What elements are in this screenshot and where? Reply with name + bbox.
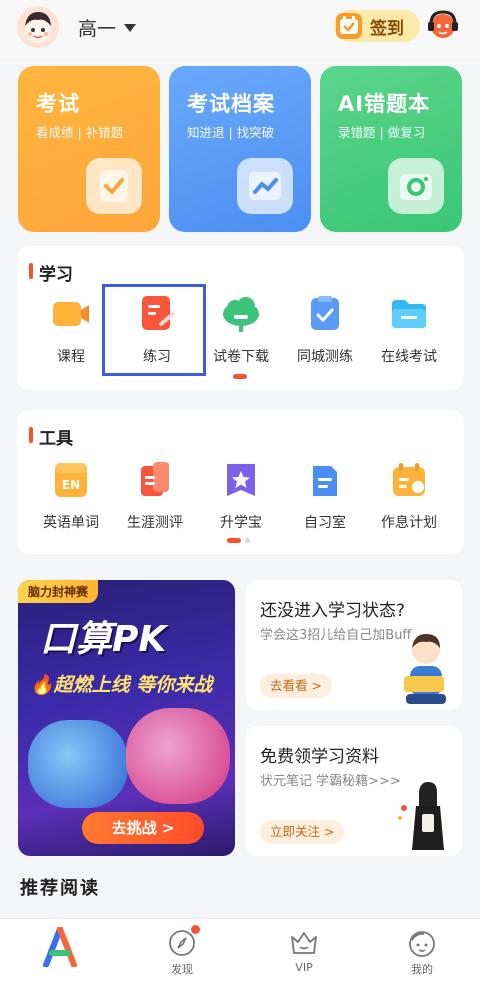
promo-subtitle: 学会这3招儿给自己加Buff xyxy=(260,628,412,643)
tab-label: 发现 xyxy=(171,963,193,976)
recommend-reading-title: 推荐阅读 xyxy=(20,878,100,899)
tool-item-label: 自习室 xyxy=(304,515,346,531)
card-subtitle: 知进退 | 找突破 xyxy=(187,125,275,140)
ai-mistake-book-card[interactable]: AI错题本 录错题 | 做复习 xyxy=(320,66,462,232)
study-item-paper-download[interactable]: 试卷下载 xyxy=(199,294,283,366)
promo-follow-button[interactable]: 立即关注 > xyxy=(260,820,345,844)
banner-tag: 脑力封神赛 xyxy=(18,580,99,603)
tool-item-schedule[interactable]: 作息计划 xyxy=(367,460,451,532)
page-indicator xyxy=(227,538,250,543)
tab-home[interactable] xyxy=(20,926,100,968)
clipboard-check-icon xyxy=(86,158,142,214)
promo-view-button[interactable]: 去看看 > xyxy=(260,674,332,698)
card-title: AI错题本 xyxy=(338,92,431,116)
section-title: 学习 xyxy=(29,260,73,285)
page-dot-active xyxy=(233,374,247,379)
banner-headline: 口算PK xyxy=(40,619,167,660)
tab-label: VIP xyxy=(295,961,313,974)
page-dot-active xyxy=(227,538,241,543)
study-item-label: 试卷下载 xyxy=(213,349,269,365)
desk-icon xyxy=(305,460,345,500)
crown-icon xyxy=(288,927,320,959)
card-subtitle: 录错题 | 做复习 xyxy=(338,125,426,140)
card-subtitle: 看成绩 | 补错题 xyxy=(36,125,124,140)
cloud-download-icon xyxy=(221,294,261,334)
exam-archive-card[interactable]: 考试档案 知进退 | 找突破 xyxy=(169,66,311,232)
en-book-icon: EN xyxy=(51,460,91,500)
study-item-label: 课程 xyxy=(57,349,85,365)
grade-selector[interactable]: 高一 xyxy=(78,14,137,41)
study-item-city-test[interactable]: 同城测练 xyxy=(283,294,367,366)
bottom-tab-bar: 发现 VIP 我的 xyxy=(0,918,480,986)
avatar[interactable] xyxy=(17,6,59,48)
card-title: 考试 xyxy=(36,92,80,116)
clipboard-check-icon xyxy=(305,294,345,334)
challenge-button[interactable]: 去挑战 > xyxy=(82,812,204,844)
grade-label: 高一 xyxy=(78,18,117,40)
tool-item-label: 生涯测评 xyxy=(127,515,183,531)
tool-item-label: 升学宝 xyxy=(220,515,262,531)
card-title: 考试档案 xyxy=(187,92,275,116)
section-title: 工具 xyxy=(29,424,73,449)
user-avatar-icon xyxy=(25,12,51,43)
calendar-icon xyxy=(389,460,429,500)
tab-discover[interactable]: 发现 xyxy=(142,925,222,977)
camera-icon xyxy=(388,158,444,214)
notification-dot xyxy=(191,925,200,934)
tool-item-career-assessment[interactable]: 生涯测评 xyxy=(113,460,197,532)
banner-slogan: 🔥超燃上线 等你来战 xyxy=(30,674,213,696)
study-item-label: 在线考试 xyxy=(381,349,437,365)
pk-challenge-banner[interactable]: 脑力封神赛 口算PK 🔥超燃上线 等你来战 去挑战 > xyxy=(18,580,235,856)
home-logo-icon xyxy=(42,926,78,968)
study-panel: 学习 课程 练习 试卷下载 同城测练 在线考试 xyxy=(17,246,464,390)
tab-mine[interactable]: 我的 xyxy=(382,927,462,977)
folder-icon xyxy=(389,294,429,334)
reading-boy-illustration xyxy=(392,628,456,706)
selection-highlight-box xyxy=(102,284,206,376)
page-indicator xyxy=(233,374,247,379)
tool-item-label: 英语单词 xyxy=(43,515,99,531)
tab-vip[interactable]: VIP xyxy=(264,927,344,974)
tool-item-admission[interactable]: 升学宝 xyxy=(199,460,283,532)
scholar-illustration xyxy=(392,778,456,854)
boxing-glove-pink-icon xyxy=(126,708,230,804)
promo-title: 还没进入学习状态? xyxy=(260,601,406,621)
study-item-course[interactable]: 课程 xyxy=(29,294,113,366)
chevron-down-icon xyxy=(124,23,137,32)
top-header: 高一 签到 xyxy=(0,0,480,58)
page-dot-inactive xyxy=(245,538,250,543)
tools-panel: 工具 EN 英语单词 生涯测评 升学宝 自习室 作息计划 xyxy=(17,410,464,554)
promo-subtitle: 状元笔记 学霸秘籍>>> xyxy=(260,774,401,789)
service-mascot-icon[interactable] xyxy=(426,8,460,42)
compass-icon xyxy=(166,925,200,959)
video-icon xyxy=(51,294,91,334)
tool-item-english-words[interactable]: EN 英语单词 xyxy=(29,460,113,532)
signin-label: 签到 xyxy=(370,18,404,39)
profile-face-icon xyxy=(406,927,438,959)
exam-card[interactable]: 考试 看成绩 | 补错题 xyxy=(18,66,160,232)
tool-item-label: 作息计划 xyxy=(381,515,437,531)
svg-text:EN: EN xyxy=(62,478,80,492)
tool-item-study-room[interactable]: 自习室 xyxy=(283,460,367,532)
boxing-glove-blue-icon xyxy=(28,720,128,808)
star-flag-icon xyxy=(221,460,261,500)
tab-label: 我的 xyxy=(411,963,433,976)
calendar-check-icon xyxy=(336,13,362,39)
signin-button[interactable]: 签到 xyxy=(334,10,420,42)
trend-folder-icon xyxy=(237,158,293,214)
career-icon xyxy=(135,460,175,500)
promo-card-study-state[interactable]: 还没进入学习状态? 学会这3招儿给自己加Buff 去看看 > xyxy=(246,580,462,710)
promo-card-free-materials[interactable]: 免费领学习资料 状元笔记 学霸秘籍>>> 立即关注 > xyxy=(246,726,462,856)
study-item-label: 同城测练 xyxy=(297,349,353,365)
promo-title: 免费领学习资料 xyxy=(260,747,379,767)
study-item-online-exam[interactable]: 在线考试 xyxy=(367,294,451,366)
